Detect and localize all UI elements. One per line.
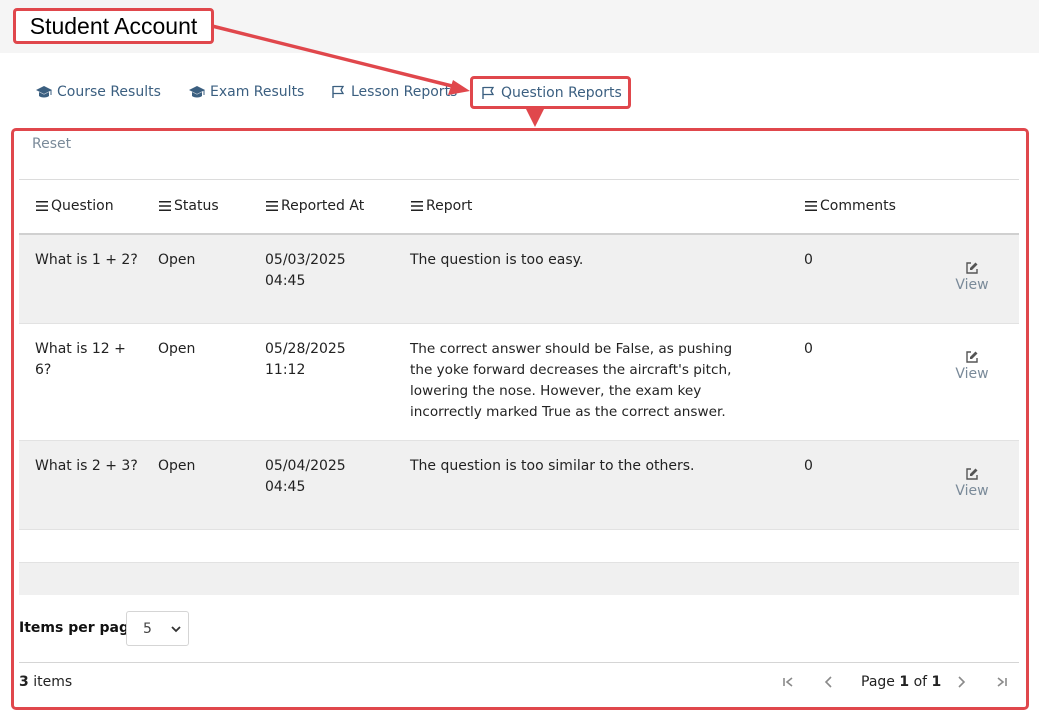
cell-reported-time: 04:45 (265, 479, 306, 495)
cell-reported-date: 05/04/2025 (265, 458, 346, 474)
tab-label: Course Results (57, 84, 161, 100)
items-per-page-value: 5 (143, 620, 152, 637)
items-per-page-select[interactable]: 5 (126, 611, 189, 646)
tab-bar: Course Results Exam Results Lesson Repor… (0, 76, 1039, 109)
page-title-highlight: Student Account (13, 8, 214, 44)
table-row[interactable] (19, 441, 1019, 529)
chevron-down-icon (170, 623, 182, 639)
cell-comments: 0 (804, 341, 813, 357)
last-page-button[interactable] (992, 673, 1012, 693)
view-button[interactable]: View (952, 349, 992, 382)
previous-page-button[interactable] (818, 673, 838, 693)
view-label: View (955, 277, 989, 293)
column-header-reported-at[interactable]: Reported At (265, 196, 364, 216)
divider (19, 179, 1019, 180)
cell-question: What is 1 + 2? (35, 252, 138, 268)
column-menu-icon[interactable] (410, 200, 424, 212)
column-menu-icon[interactable] (35, 200, 49, 212)
row-divider (19, 529, 1019, 530)
tab-lesson-reports[interactable]: Lesson Reports (329, 79, 457, 105)
column-menu-icon[interactable] (804, 200, 818, 212)
page-title: Student Account (29, 12, 198, 39)
edit-icon (965, 260, 979, 274)
page-prefix: Page (861, 674, 895, 690)
column-header-label: Status (174, 198, 219, 214)
column-header-label: Reported At (281, 198, 365, 214)
chevron-left-icon (821, 674, 835, 693)
cell-report: The correct answer should be False, as p… (410, 341, 733, 420)
next-page-button[interactable] (952, 673, 972, 693)
chevron-right-icon (955, 674, 969, 693)
tab-question-reports[interactable]: Question Reports (470, 76, 631, 109)
flag-icon (329, 84, 347, 100)
cell-reported-time: 11:12 (265, 362, 306, 378)
first-page-button[interactable] (778, 673, 798, 693)
reset-button[interactable]: Reset (32, 136, 71, 152)
cell-reported-date: 05/03/2025 (265, 252, 346, 268)
edit-icon (965, 349, 979, 363)
column-header-report[interactable]: Report (410, 196, 472, 216)
tab-label: Exam Results (210, 84, 305, 100)
graduation-cap-icon (35, 84, 53, 100)
annotation-arrow-down (526, 109, 544, 127)
cell-report: The question is too similar to the other… (410, 458, 695, 474)
view-button[interactable]: View (952, 260, 992, 293)
view-label: View (955, 483, 989, 499)
cell-reported-time: 04:45 (265, 273, 306, 289)
items-count-number: 3 (19, 674, 29, 690)
column-header-label: Report (426, 198, 473, 214)
footer-divider (19, 662, 1019, 663)
cell-comments: 0 (804, 458, 813, 474)
edit-icon (965, 466, 979, 480)
page-of: of (913, 674, 928, 690)
first-page-icon (781, 674, 795, 693)
items-count: 3 items (19, 674, 72, 690)
column-header-label: Question (51, 198, 114, 214)
flag-icon (479, 85, 497, 101)
tab-course-results[interactable]: Course Results (35, 79, 161, 105)
column-header-question[interactable]: Question (35, 196, 114, 216)
column-header-status[interactable]: Status (158, 196, 219, 216)
current-page: 1 (899, 674, 910, 690)
column-header-label: Comments (820, 198, 896, 214)
column-menu-icon[interactable] (158, 200, 172, 212)
tab-label: Lesson Reports (351, 84, 458, 100)
cell-comments: 0 (804, 252, 813, 268)
view-button[interactable]: View (952, 466, 992, 499)
cell-status: Open (158, 458, 196, 474)
empty-row (19, 563, 1019, 595)
cell-status: Open (158, 252, 196, 268)
page-indicator: Page 1 of 1 (861, 674, 941, 690)
total-pages: 1 (931, 674, 942, 690)
cell-reported-date: 05/28/2025 (265, 341, 346, 357)
column-header-comments[interactable]: Comments (804, 196, 896, 216)
cell-question: What is 2 + 3? (35, 458, 138, 474)
tab-exam-results[interactable]: Exam Results (188, 79, 304, 105)
table-row[interactable] (19, 235, 1019, 323)
items-count-suffix: items (33, 674, 73, 690)
cell-status: Open (158, 341, 196, 357)
cell-report: The question is too easy. (410, 252, 584, 268)
tab-label: Question Reports (501, 84, 622, 101)
view-label: View (955, 366, 989, 382)
graduation-cap-icon (188, 84, 206, 100)
last-page-icon (995, 674, 1009, 693)
column-menu-icon[interactable] (265, 200, 279, 212)
cell-question: What is 12 + 6? (35, 341, 126, 378)
